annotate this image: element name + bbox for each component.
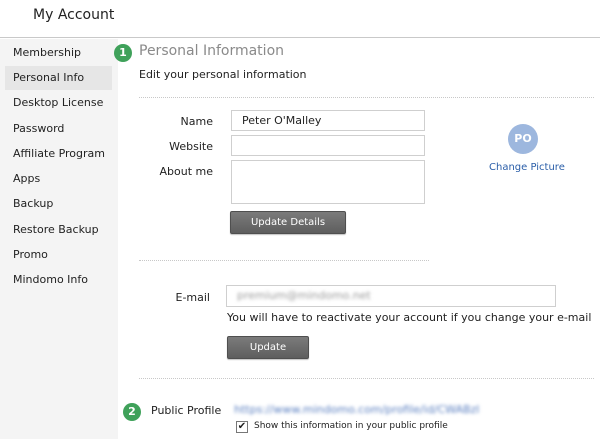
sidebar-item-backup[interactable]: Backup <box>5 192 112 216</box>
sidebar-item-mindomo-info[interactable]: Mindomo Info <box>5 268 112 292</box>
step-badge-1: 1 <box>114 44 132 62</box>
page-title: My Account <box>33 7 115 23</box>
email-label: E-mail <box>175 291 211 304</box>
section-subtitle: Edit your personal information <box>139 68 307 81</box>
website-field[interactable] <box>231 135 425 156</box>
update-email-button[interactable]: Update <box>227 336 309 359</box>
sidebar-item-membership[interactable]: Membership <box>5 41 112 65</box>
website-label: Website <box>169 140 213 153</box>
about-me-field[interactable] <box>231 160 425 204</box>
name-field[interactable]: Peter O'Malley <box>231 110 425 131</box>
sidebar-item-promo[interactable]: Promo <box>5 243 112 267</box>
public-profile-link[interactable]: https://www.mindomo.com/profile/id/CWABz… <box>234 403 479 416</box>
section-title-personal-information: Personal Information <box>139 43 285 59</box>
public-profile-label: Public Profile <box>151 404 222 417</box>
show-profile-checkbox-label: Show this information in your public pro… <box>254 421 448 431</box>
change-picture-link[interactable]: Change Picture <box>489 162 565 173</box>
sidebar-item-password[interactable]: Password <box>5 117 112 141</box>
app-header: My Account <box>0 0 600 38</box>
step-badge-2: 2 <box>123 403 141 421</box>
update-details-button[interactable]: Update Details <box>230 211 346 234</box>
email-help-text: You will have to reactivate your account… <box>227 311 592 324</box>
divider <box>139 97 594 98</box>
main-content <box>118 39 600 439</box>
sidebar-item-apps[interactable]: Apps <box>5 167 112 191</box>
avatar: PO <box>508 124 538 154</box>
show-profile-checkbox[interactable]: ✔ <box>236 421 248 433</box>
sidebar-item-affiliate-program[interactable]: Affiliate Program <box>5 142 112 166</box>
name-label: Name <box>180 115 213 128</box>
sidebar-item-personal-info[interactable]: Personal Info <box>5 66 112 90</box>
email-field[interactable]: premium@mindomo.net <box>226 285 556 307</box>
sidebar-item-restore-backup[interactable]: Restore Backup <box>5 218 112 242</box>
divider <box>139 378 594 379</box>
email-value: premium@mindomo.net <box>237 289 371 302</box>
sidebar: Membership Personal Info Desktop License… <box>0 39 118 439</box>
divider <box>139 260 429 261</box>
about-me-label: About me <box>159 165 213 178</box>
sidebar-item-desktop-license[interactable]: Desktop License <box>5 91 112 115</box>
